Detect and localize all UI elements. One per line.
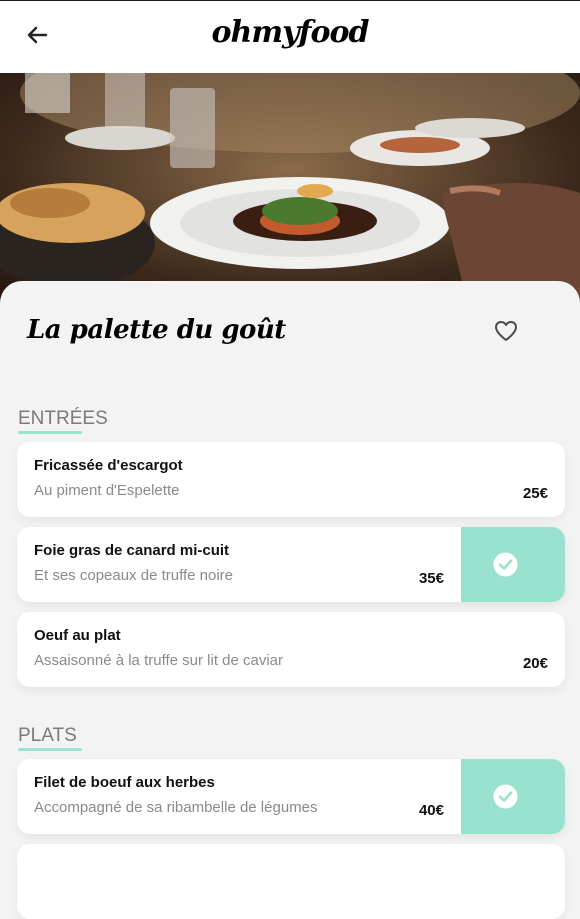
heart-outline-icon[interactable]: [494, 320, 518, 342]
menu-item-price: 35€: [418, 570, 444, 587]
menu-item-price: 25€: [522, 485, 548, 502]
menu-item[interactable]: Fricassée d'escargot Au piment d'Espelet…: [17, 442, 565, 517]
menu-item-price: 20€: [522, 655, 548, 672]
menu-item[interactable]: Filet de boeuf aux herbes Accompagné de …: [17, 759, 565, 834]
menu-item[interactable]: Oeuf au plat Assaisonné à la truffe sur …: [17, 612, 565, 687]
section-title-plats: PLATS: [18, 725, 77, 746]
section-underline: [18, 431, 82, 434]
menu-item-name: Fricassée d'escargot: [34, 457, 183, 474]
check-circle-icon: [493, 552, 518, 577]
menu-item-name: Foie gras de canard mi-cuit: [34, 542, 230, 559]
hero-image: [0, 73, 580, 313]
selected-indicator[interactable]: [461, 759, 565, 834]
menu-item[interactable]: Foie gras de canard mi-cuit Et ses copea…: [17, 527, 565, 602]
menu-item-description: Au piment d'Espelette: [34, 482, 180, 499]
restaurant-name: La palette du goût: [27, 315, 286, 345]
menu-item-description: Assaisonné à la truffe sur lit de caviar: [34, 652, 284, 669]
menu-item-price: 40€: [418, 802, 444, 819]
section-title-entrees: ENTRÉES: [18, 408, 108, 429]
section-underline: [18, 748, 82, 751]
app-header: ohmyfood: [0, 0, 580, 73]
menu-item-description: Et ses copeaux de truffe noire: [34, 567, 234, 584]
selected-indicator[interactable]: [461, 527, 565, 602]
app-logo[interactable]: ohmyfood: [0, 15, 580, 50]
menu-item-name: Oeuf au plat: [34, 627, 121, 644]
menu-item-description: Accompagné de sa ribambelle de légumes: [34, 799, 318, 816]
check-circle-icon: [493, 784, 518, 809]
restaurant-menu-panel: La palette du goût ENTRÉES Fricassée d'e…: [0, 281, 580, 919]
menu-item-partial[interactable]: [17, 844, 565, 919]
menu-item-name: Filet de boeuf aux herbes: [34, 774, 215, 791]
